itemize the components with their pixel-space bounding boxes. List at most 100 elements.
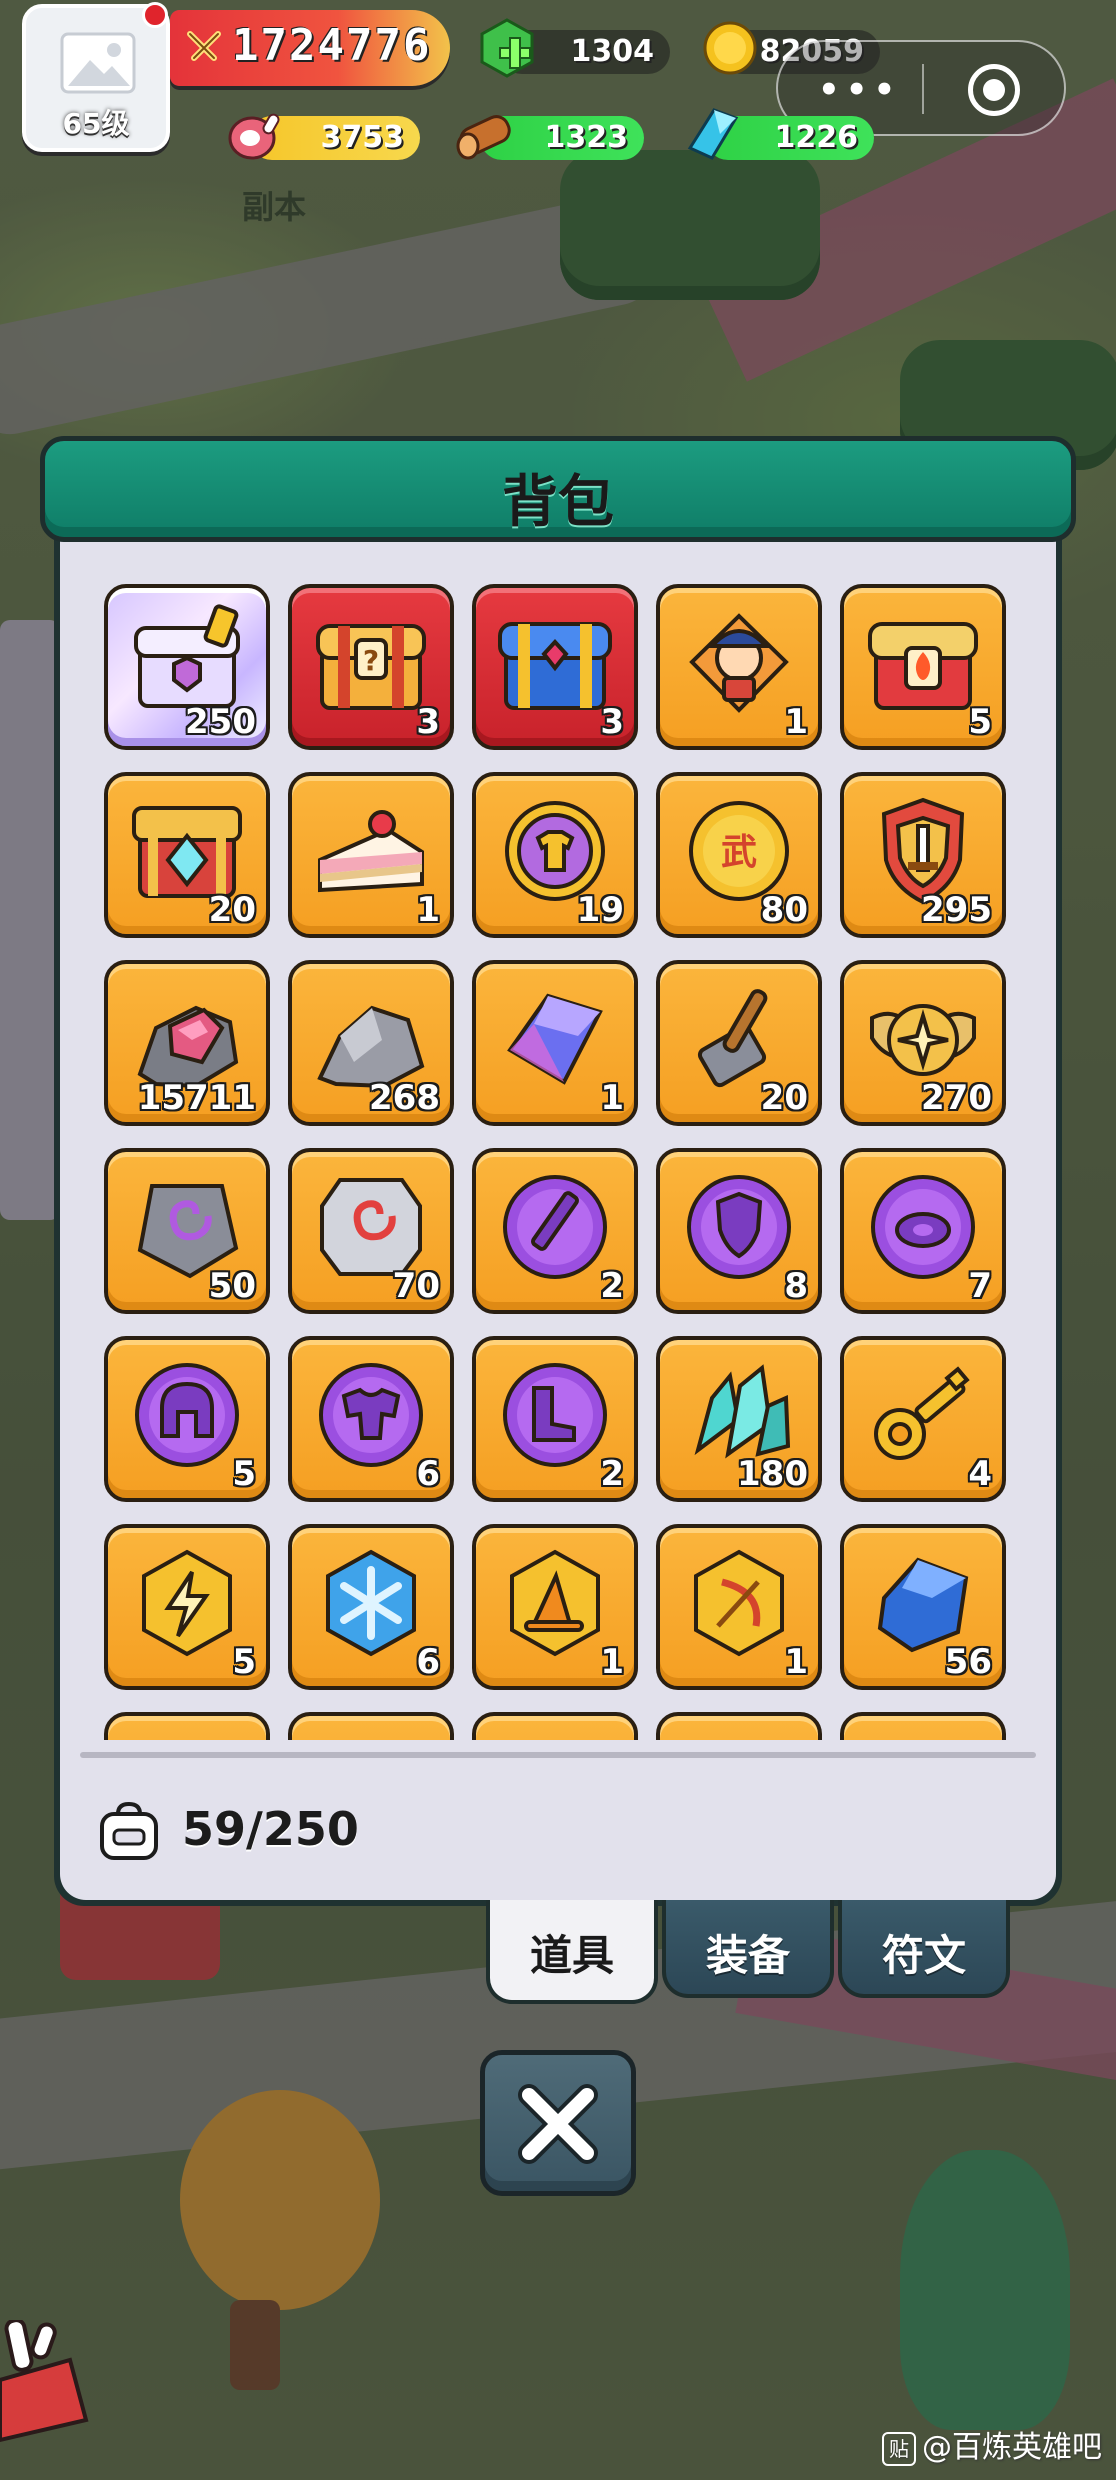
item-count: 5 — [968, 702, 992, 742]
sword-orb-icon — [503, 1175, 607, 1279]
crystal-value: 1226 — [774, 120, 859, 155]
tab-equipment[interactable]: 装备 — [662, 1900, 834, 1998]
notification-dot — [142, 2, 168, 28]
close-button[interactable] — [480, 2050, 636, 2196]
item-count: 4 — [968, 1454, 992, 1494]
item-count: 20 — [208, 890, 256, 930]
image-placeholder-icon — [60, 32, 136, 94]
watermark-text: @百炼英雄吧 — [922, 2430, 1102, 2465]
inventory-item[interactable]: 15711 — [104, 960, 270, 1126]
inventory-item[interactable]: 4 — [840, 1336, 1006, 1502]
snowflake-token-icon — [326, 1549, 416, 1657]
wood-value: 1323 — [544, 120, 629, 155]
item-count: 1 — [600, 1642, 624, 1682]
inventory-item[interactable]: 8 — [656, 1148, 822, 1314]
close-miniprogram-icon[interactable] — [968, 64, 1020, 116]
gold-coin-icon — [703, 21, 757, 75]
cake-icon — [318, 810, 424, 893]
crossed-swords-icon — [187, 31, 221, 61]
item-count: 268 — [369, 1078, 440, 1118]
item-count: 20 — [760, 1078, 808, 1118]
mystery-chest-icon: ? — [316, 624, 426, 710]
inventory-item-partial[interactable] — [656, 1712, 822, 1740]
bow-token-icon — [694, 1549, 784, 1657]
boots-orb-icon — [503, 1363, 607, 1467]
backpack-title-bar: 背包 — [40, 436, 1076, 542]
inventory-item[interactable]: 20 — [104, 772, 270, 938]
tab-label: 道具 — [529, 1931, 614, 1980]
item-count: 19 — [576, 890, 624, 930]
tab-label: 符文 — [881, 1931, 966, 1980]
item-count: 7 — [968, 1266, 992, 1306]
inventory-item[interactable]: ? 3 — [288, 584, 454, 750]
key-icon — [874, 1366, 970, 1460]
tieba-badge-icon: 贴 — [882, 2431, 916, 2466]
item-count: 2 — [600, 1454, 624, 1494]
inventory-item[interactable]: 268 — [288, 960, 454, 1126]
panel-title: 背包 — [502, 470, 614, 535]
combat-power-value: 1724776 — [232, 20, 432, 71]
divider — [80, 1752, 1036, 1758]
inventory-item[interactable]: 1 — [472, 960, 638, 1126]
tab-label: 装备 — [705, 1931, 790, 1980]
inventory-item-partial[interactable] — [840, 1712, 1006, 1740]
inventory-item[interactable]: 50 — [104, 1148, 270, 1314]
inventory-item[interactable]: 20 — [656, 960, 822, 1126]
item-count: 56 — [944, 1642, 992, 1682]
inventory-item[interactable]: 6 — [288, 1336, 454, 1502]
backpack-capacity: 59/250 — [182, 1802, 359, 1856]
inventory-item[interactable]: 2 — [472, 1148, 638, 1314]
ring-orb-icon — [871, 1175, 975, 1279]
inventory-item[interactable]: 1 — [656, 1524, 822, 1690]
shield-orb-icon — [687, 1175, 791, 1279]
top-hud: 65级 1724776 1304 82059 ••• 3753 1323 122… — [0, 0, 1116, 226]
inventory-item-partial[interactable] — [288, 1712, 454, 1740]
inventory-item[interactable]: 56 — [840, 1524, 1006, 1690]
item-count: 50 — [208, 1266, 256, 1306]
wood-log-icon — [456, 115, 511, 160]
item-count: 1 — [416, 890, 440, 930]
inventory-item[interactable]: 5 — [104, 1524, 270, 1690]
watermark: 贴 @百炼英雄吧 — [882, 2422, 1102, 2466]
tab-items[interactable]: 道具 — [486, 1900, 658, 2004]
green-gem-plus-icon[interactable] — [478, 18, 536, 80]
inventory-item[interactable]: 2 — [472, 1336, 638, 1502]
inventory-item[interactable]: 19 — [472, 772, 638, 938]
inventory-item-partial[interactable] — [472, 1712, 638, 1740]
inventory-item[interactable]: 5 — [840, 584, 1006, 750]
inventory-item[interactable]: 70 — [288, 1148, 454, 1314]
inventory-item[interactable]: 6 — [288, 1524, 454, 1690]
blue-gold-chest-icon — [498, 622, 612, 710]
tab-runes[interactable]: 符文 — [838, 1900, 1010, 1998]
item-count: 180 — [737, 1454, 808, 1494]
inventory-item[interactable]: 7 — [840, 1148, 1006, 1314]
item-grid: 250? 3 3 1 5 20 1 19 武 80 295 15711 268 1 20 270 50 70 2 8 7… — [104, 584, 1014, 1740]
inventory-item[interactable]: 3 — [472, 584, 638, 750]
inventory-item[interactable]: 180 — [656, 1336, 822, 1502]
backpack-icon — [100, 1801, 158, 1860]
hat-token-icon — [510, 1549, 600, 1657]
dungeon-label[interactable]: 副本 — [242, 182, 306, 228]
inventory-item[interactable]: 1 — [288, 772, 454, 938]
alert-icon[interactable] — [0, 2320, 90, 2450]
meat-icon — [228, 113, 280, 160]
blue-crystal-icon — [507, 993, 603, 1085]
item-count: 3 — [600, 702, 624, 742]
inventory-item[interactable]: 1 — [472, 1524, 638, 1690]
gem-value: 1304 — [570, 34, 655, 69]
inventory-item[interactable]: 295 — [840, 772, 1006, 938]
item-count: 1 — [784, 702, 808, 742]
inventory-item[interactable]: 1 — [656, 584, 822, 750]
combat-power: 1724776 — [170, 10, 450, 86]
item-count: 270 — [921, 1078, 992, 1118]
item-count: 6 — [416, 1642, 440, 1682]
inventory-item-partial[interactable] — [104, 1712, 270, 1740]
inventory-item[interactable]: 250 — [104, 584, 270, 750]
item-count: 1 — [600, 1078, 624, 1118]
inventory-item[interactable]: 270 — [840, 960, 1006, 1126]
inventory-item[interactable]: 武 80 — [656, 772, 822, 938]
more-options-icon[interactable]: ••• — [818, 70, 901, 110]
item-count: 5 — [232, 1454, 256, 1494]
meat-value: 3753 — [320, 120, 405, 155]
inventory-item[interactable]: 5 — [104, 1336, 270, 1502]
